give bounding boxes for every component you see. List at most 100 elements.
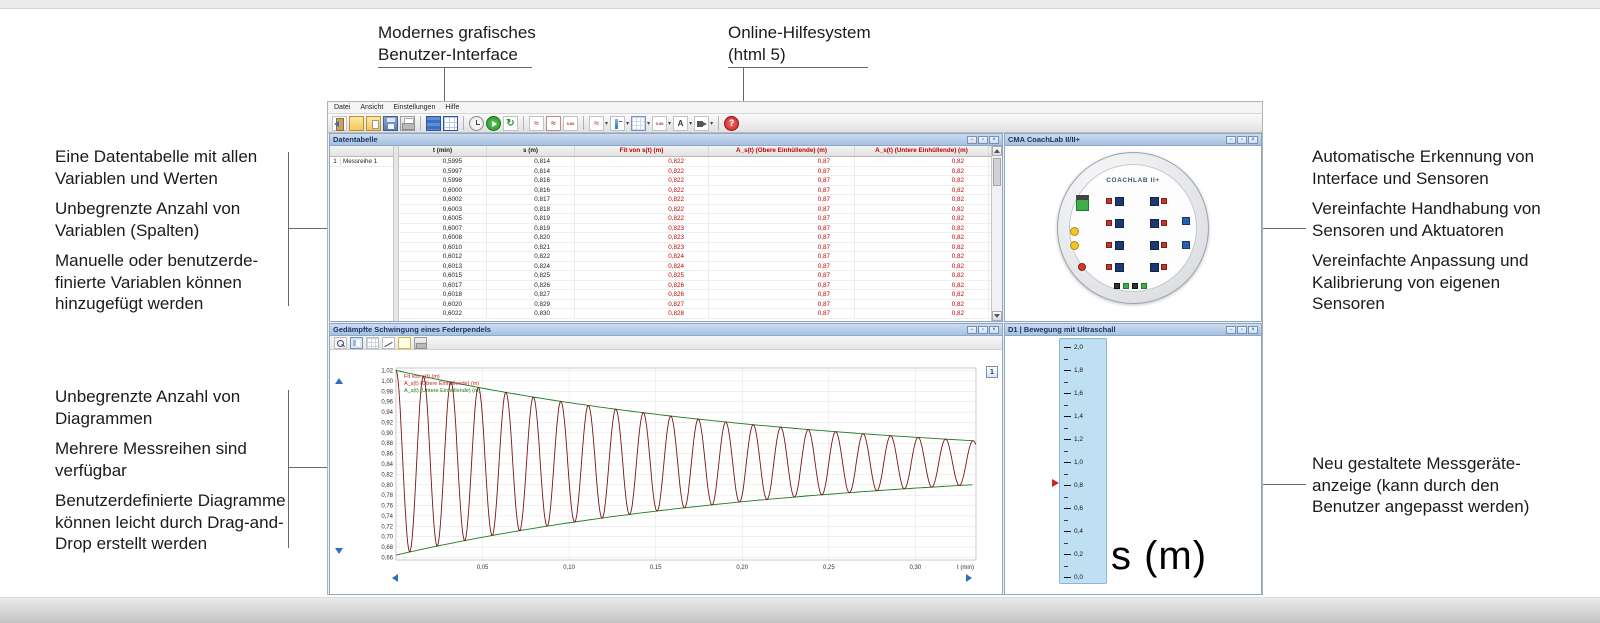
table-cell[interactable]: 0,6003 bbox=[399, 205, 487, 214]
table-cell[interactable]: 0,822 bbox=[487, 252, 575, 261]
table-cell[interactable]: 0,822 bbox=[575, 214, 709, 223]
table-cell[interactable]: 0,823 bbox=[575, 224, 709, 233]
table-cell[interactable]: 0,814 bbox=[487, 157, 575, 166]
table-cell[interactable]: 0,5997 bbox=[399, 167, 487, 176]
table-cell[interactable]: 0,82 bbox=[855, 262, 989, 271]
table-cell[interactable]: 0,827 bbox=[575, 300, 709, 309]
table-cell[interactable]: 0,826 bbox=[575, 281, 709, 290]
table-cell[interactable]: 0,82 bbox=[855, 167, 989, 176]
open-result-button[interactable] bbox=[366, 116, 381, 131]
table-cell[interactable]: 0,830 bbox=[487, 309, 575, 318]
table-cell[interactable]: 0,87 bbox=[709, 252, 855, 261]
table-cell[interactable]: 0,82 bbox=[855, 271, 989, 280]
close-button[interactable]: × bbox=[1248, 326, 1258, 334]
column-header[interactable]: t (min) bbox=[399, 146, 487, 156]
table-cell[interactable]: 0,6007 bbox=[399, 224, 487, 233]
table-cell[interactable]: 0,6022 bbox=[399, 309, 487, 318]
column-header[interactable]: s (m) bbox=[487, 146, 575, 156]
menu-item-hilfe[interactable]: Hilfe bbox=[445, 104, 459, 111]
table-cell[interactable]: 0,87 bbox=[709, 271, 855, 280]
close-button[interactable]: × bbox=[989, 326, 999, 334]
dropdown-arrow-icon[interactable]: ▾ bbox=[647, 120, 650, 127]
table-cell[interactable]: 0,87 bbox=[709, 281, 855, 290]
table-cell[interactable]: 0,6002 bbox=[399, 195, 487, 204]
maximize-button[interactable]: ▫ bbox=[1237, 136, 1247, 144]
maximize-button[interactable]: ▫ bbox=[978, 136, 988, 144]
table-cell[interactable]: 0,82 bbox=[855, 186, 989, 195]
meter-pointer[interactable] bbox=[1052, 479, 1059, 487]
open-button[interactable] bbox=[349, 116, 364, 131]
add-meter-dropdown[interactable]: ▾ bbox=[610, 116, 629, 131]
table-cell[interactable]: 0,820 bbox=[487, 233, 575, 242]
column-header[interactable]: Fit von s(t) (m) bbox=[575, 146, 709, 156]
minimize-button[interactable]: − bbox=[1226, 326, 1236, 334]
table-cell[interactable]: 0,821 bbox=[487, 243, 575, 252]
table-cell[interactable]: 0,87 bbox=[709, 224, 855, 233]
print-diagram-icon[interactable] bbox=[414, 337, 427, 349]
column-header[interactable]: A_s(t) (Untere Einhüllende) (m) bbox=[855, 146, 989, 156]
axis-scroll-right-icon[interactable] bbox=[966, 574, 972, 582]
table-cell[interactable]: 0,82 bbox=[855, 300, 989, 309]
table-cell[interactable]: 0,827 bbox=[487, 290, 575, 299]
diagram-button[interactable] bbox=[529, 116, 544, 131]
table-cell[interactable]: 0,822 bbox=[575, 205, 709, 214]
pane-layout-icon[interactable] bbox=[350, 337, 363, 349]
dropdown-arrow-icon[interactable]: ▾ bbox=[668, 120, 671, 127]
table-cell[interactable]: 0,828 bbox=[575, 309, 709, 318]
interface-settings-button[interactable] bbox=[426, 116, 441, 131]
table-cell[interactable]: 0,87 bbox=[709, 167, 855, 176]
table-cell[interactable]: 0,824 bbox=[575, 252, 709, 261]
add-table-dropdown[interactable]: ▾ bbox=[631, 116, 650, 131]
column-header[interactable]: A_s(t) (Obere Einhüllende) (m) bbox=[709, 146, 855, 156]
table-cell[interactable]: 0,87 bbox=[709, 176, 855, 185]
table-cell[interactable]: 0,829 bbox=[487, 300, 575, 309]
exit-button[interactable] bbox=[332, 116, 347, 131]
table-cell[interactable]: 0,6008 bbox=[399, 233, 487, 242]
table-cell[interactable]: 0,6017 bbox=[399, 281, 487, 290]
table-cell[interactable]: 0,82 bbox=[855, 290, 989, 299]
table-cell[interactable]: 0,6013 bbox=[399, 262, 487, 271]
diagram-options-icon[interactable] bbox=[366, 337, 379, 349]
table-cell[interactable]: 0,5995 bbox=[399, 157, 487, 166]
table-cell[interactable]: 0,82 bbox=[855, 195, 989, 204]
run-row[interactable]: 1 Messreihe 1 bbox=[330, 157, 393, 167]
table-cell[interactable]: 0,824 bbox=[487, 262, 575, 271]
table-cell[interactable]: 0,6010 bbox=[399, 243, 487, 252]
table-cell[interactable]: 0,6015 bbox=[399, 271, 487, 280]
value-display-button[interactable] bbox=[563, 116, 578, 131]
table-cell[interactable]: 0,814 bbox=[487, 167, 575, 176]
table-cell[interactable]: 0,819 bbox=[487, 214, 575, 223]
table-scrollbar[interactable] bbox=[991, 146, 1002, 321]
add-video-dropdown[interactable]: ▾ bbox=[694, 116, 713, 131]
table-cell[interactable]: 0,818 bbox=[487, 205, 575, 214]
diagram-plot[interactable]: 1,021,000,980,960,940,920,900,880,860,84… bbox=[360, 360, 984, 574]
table-cell[interactable]: 0,816 bbox=[487, 186, 575, 195]
table-cell[interactable]: 0,87 bbox=[709, 214, 855, 223]
table-cell[interactable]: 0,87 bbox=[709, 195, 855, 204]
table-cell[interactable]: 0,825 bbox=[575, 271, 709, 280]
table-cell[interactable]: 0,82 bbox=[855, 176, 989, 185]
table-cell[interactable]: 0,822 bbox=[575, 167, 709, 176]
table-cell[interactable]: 0,82 bbox=[855, 309, 989, 318]
measurement-settings-button[interactable] bbox=[469, 116, 484, 131]
maximize-button[interactable]: ▫ bbox=[978, 326, 988, 334]
table-cell[interactable]: 0,6005 bbox=[399, 214, 487, 223]
table-cell[interactable]: 0,6000 bbox=[399, 186, 487, 195]
table-cell[interactable]: 0,82 bbox=[855, 252, 989, 261]
table-cell[interactable]: 0,816 bbox=[487, 176, 575, 185]
table-cell[interactable]: 0,823 bbox=[575, 233, 709, 242]
table-cell[interactable]: 0,87 bbox=[709, 186, 855, 195]
table-cell[interactable]: 0,822 bbox=[575, 195, 709, 204]
table-cell[interactable]: 0,825 bbox=[487, 271, 575, 280]
close-button[interactable]: × bbox=[989, 136, 999, 144]
dropdown-arrow-icon[interactable]: ▾ bbox=[710, 120, 713, 127]
table-cell[interactable]: 0,87 bbox=[709, 290, 855, 299]
add-diagram-dropdown[interactable]: ▾ bbox=[589, 116, 608, 131]
axis-scroll-left-icon[interactable] bbox=[392, 574, 398, 582]
table-cell[interactable]: 0,82 bbox=[855, 205, 989, 214]
minimize-button[interactable]: − bbox=[967, 326, 977, 334]
zoom-icon[interactable] bbox=[334, 337, 347, 349]
pane-1-button[interactable]: 1 bbox=[986, 366, 998, 378]
table-cell[interactable]: 0,6018 bbox=[399, 290, 487, 299]
table-cell[interactable]: 0,87 bbox=[709, 309, 855, 318]
